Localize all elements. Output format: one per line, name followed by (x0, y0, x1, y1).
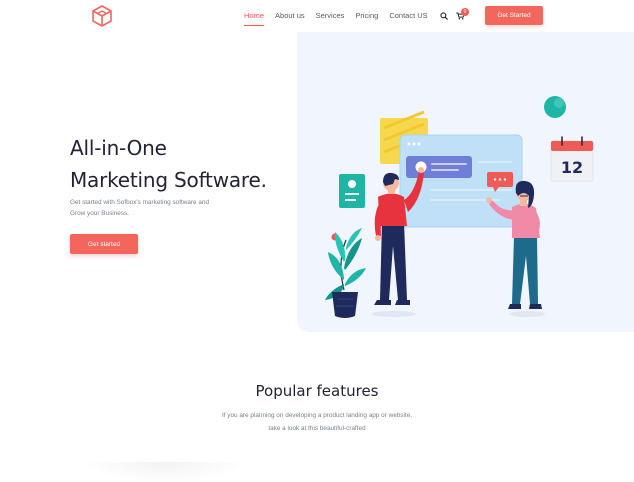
get-started-hero-button[interactable]: Get started (70, 234, 138, 254)
nav-item-about[interactable]: About us (275, 11, 305, 20)
logo-icon[interactable] (90, 4, 114, 28)
get-started-nav-button[interactable]: Get Started (485, 6, 543, 25)
calendar-icon: 12 (550, 136, 594, 182)
man-figure (372, 167, 424, 317)
nav-item-home[interactable]: Home (244, 11, 265, 26)
hero-subtitle-line-2: Grow your Business. (70, 209, 129, 217)
profile-card-icon (339, 174, 365, 208)
features-subtitle-line-1: If you are planning on developing a prod… (221, 412, 413, 419)
nav-item-services[interactable]: Services (316, 11, 345, 20)
hero-title-line-2: Marketing Software. (70, 168, 267, 192)
cart-count-badge: 0 (461, 8, 469, 16)
main-nav: Home About us Services Pricing Contact U… (244, 11, 439, 26)
plant-pot-icon (325, 228, 366, 318)
nav-item-contact[interactable]: Contact US (389, 11, 427, 20)
search-icon[interactable] (440, 12, 448, 20)
calendar-day-number: 12 (561, 158, 583, 177)
feature-card-shadow (80, 462, 250, 482)
nav-item-pricing[interactable]: Pricing (355, 11, 378, 20)
features-subtitle-line-2: take a look at this beautiful-crafted (268, 424, 366, 432)
marketing-illustration: 12 (325, 96, 594, 318)
teal-circle-decor (544, 96, 566, 118)
hero-title: All-in-One Marketing Software. (70, 132, 267, 196)
features-title: Popular features (255, 382, 379, 400)
features-subtitle: If you are planning on developing a prod… (0, 410, 634, 435)
hero-title-line-1: All-in-One (70, 136, 167, 160)
hero-subtitle-line-1: Get started with Sofbox's marketing soft… (70, 199, 210, 206)
hero-subtitle: Get started with Sofbox's marketing soft… (70, 198, 240, 219)
